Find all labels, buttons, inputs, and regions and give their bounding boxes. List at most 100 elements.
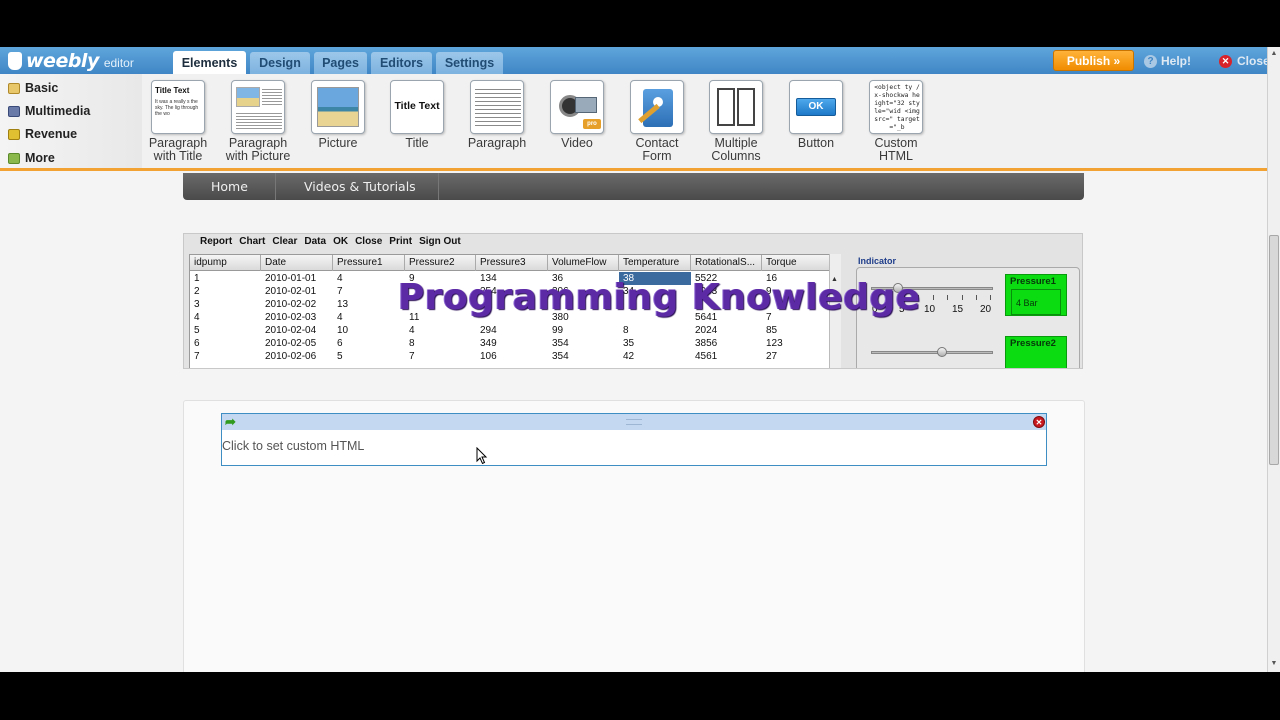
category-list: Basic Multimedia Revenue More bbox=[0, 74, 142, 168]
widget-close-icon[interactable]: ✕ bbox=[1033, 416, 1045, 428]
column-header: Pressure2 bbox=[405, 255, 476, 271]
nav-videos-tutorials[interactable]: Videos & Tutorials bbox=[304, 173, 416, 200]
contact-form-icon bbox=[630, 80, 684, 134]
table-row[interactable]: 6 2010-02-05 6 8 349 354 35 3856 123 bbox=[190, 337, 833, 350]
tab-design[interactable]: Design bbox=[250, 52, 310, 74]
category-basic[interactable]: Basic bbox=[8, 78, 58, 98]
help-label: Help! bbox=[1161, 54, 1191, 68]
tool-title[interactable]: Title Text Title bbox=[382, 80, 452, 150]
close-button[interactable]: ✕ Close bbox=[1219, 52, 1270, 70]
publish-button[interactable]: Publish » bbox=[1053, 50, 1134, 71]
tool-label: Multiple Columns bbox=[711, 136, 761, 163]
table-cell: 2010-02-06 bbox=[265, 351, 317, 362]
column-header: Pressure1 bbox=[333, 255, 405, 271]
tool-label: Video bbox=[561, 136, 593, 150]
weebly-cup-icon bbox=[8, 52, 22, 70]
column-header: Pressure3 bbox=[476, 255, 548, 271]
table-row[interactable]: 5 2010-02-04 10 4 294 99 8 2024 85 bbox=[190, 324, 833, 337]
pressure1-box: Pressure1 4 Bar bbox=[1005, 274, 1067, 316]
drag-handle[interactable] bbox=[626, 419, 642, 425]
coins-icon bbox=[8, 128, 20, 140]
table-cell: 4 bbox=[337, 312, 343, 323]
scroll-down-icon[interactable]: ▼ bbox=[1269, 659, 1279, 669]
watermark-text: Programming Knowledge bbox=[398, 277, 921, 318]
column-header: Temperature bbox=[619, 255, 691, 271]
tab-pages[interactable]: Pages bbox=[314, 52, 367, 74]
table-cell: 13 bbox=[337, 299, 349, 310]
table-row[interactable]: 7 2010-02-06 5 7 106 354 42 4561 27 bbox=[190, 350, 833, 363]
paragraph-with-title-icon: Title Text It was a really s the sky. Th… bbox=[151, 80, 205, 134]
move-arrow-icon[interactable]: ➦ bbox=[225, 415, 236, 429]
tool-button[interactable]: OK Button bbox=[781, 80, 851, 150]
slider-knob-2 bbox=[937, 347, 947, 357]
category-label: Basic bbox=[25, 81, 59, 95]
column-header: idpump bbox=[190, 255, 261, 271]
button-icon: OK bbox=[789, 80, 843, 134]
menu-print: Print bbox=[389, 235, 413, 247]
column-header: VolumeFlow bbox=[548, 255, 619, 271]
paragraph-with-picture-icon bbox=[231, 80, 285, 134]
tool-paragraph[interactable]: Paragraph bbox=[462, 80, 532, 150]
table-cell: 6 bbox=[194, 338, 200, 349]
tab-elements[interactable]: Elements bbox=[173, 51, 246, 75]
app-menubar: Report Chart Clear Data OK Close Print S… bbox=[184, 234, 1082, 248]
table-cell: 5 bbox=[337, 351, 343, 362]
tool-contact-form[interactable]: Contact Form bbox=[622, 80, 692, 163]
tab-settings[interactable]: Settings bbox=[436, 52, 503, 74]
tool-picture[interactable]: Picture bbox=[303, 80, 373, 150]
title-icon: Title Text bbox=[390, 80, 444, 134]
table-cell: 2010-01-01 bbox=[265, 273, 317, 284]
indicator-title: Indicator bbox=[858, 256, 897, 266]
tick-label: 15 bbox=[952, 304, 964, 315]
help-button[interactable]: ? Help! bbox=[1144, 52, 1191, 70]
menu-clear: Clear bbox=[272, 235, 298, 247]
tool-paragraph-with-picture[interactable]: Paragraph with Picture bbox=[223, 80, 293, 163]
table-cell: 35 bbox=[623, 338, 635, 349]
table-cell: 2010-02-02 bbox=[265, 299, 317, 310]
table-cell: 27 bbox=[766, 351, 778, 362]
paragraph-icon bbox=[470, 80, 524, 134]
tab-editors[interactable]: Editors bbox=[371, 52, 432, 74]
column-header: Torque bbox=[762, 255, 833, 271]
thumb-text: It was a really s the sky. The lig throu… bbox=[155, 99, 199, 117]
tool-paragraph-with-title[interactable]: Title Text It was a really s the sky. Th… bbox=[143, 80, 213, 163]
editor-header: weebly editor Elements Design Pages Edit… bbox=[0, 47, 1280, 75]
nav-home[interactable]: Home bbox=[211, 173, 248, 200]
thumb-title: Title Text bbox=[394, 100, 440, 112]
table-cell: 2010-02-05 bbox=[265, 338, 317, 349]
slider-track-2 bbox=[871, 351, 993, 354]
category-label: Revenue bbox=[25, 127, 78, 141]
category-revenue[interactable]: Revenue bbox=[8, 124, 77, 144]
code-icon: <object ty /x-shockwa height="32 style="… bbox=[869, 80, 923, 134]
letterbox-bottom bbox=[0, 672, 1280, 720]
close-label: Close bbox=[1237, 54, 1270, 68]
table-cell: 10 bbox=[337, 325, 349, 336]
widget-toolbar: ➦ ✕ bbox=[222, 414, 1046, 430]
table-cell: 42 bbox=[623, 351, 635, 362]
table-cell: 4 bbox=[194, 312, 200, 323]
table-cell: 349 bbox=[480, 338, 497, 349]
letterbox-top bbox=[0, 0, 1280, 47]
custom-html-widget[interactable]: ➦ ✕ Click to set custom HTML bbox=[221, 413, 1047, 466]
tool-custom-html[interactable]: <object ty /x-shockwa height="32 style="… bbox=[861, 80, 931, 163]
help-icon: ? bbox=[1144, 54, 1157, 68]
table-cell: 106 bbox=[480, 351, 497, 362]
column-header: Date bbox=[261, 255, 333, 271]
scrollbar-thumb[interactable] bbox=[1269, 235, 1279, 465]
page-scrollbar[interactable]: ▲ ▼ bbox=[1267, 47, 1280, 672]
table-cell: 99 bbox=[552, 325, 564, 336]
film-icon bbox=[8, 105, 20, 117]
table-cell: 85 bbox=[766, 325, 778, 336]
tool-video[interactable]: pro Video bbox=[542, 80, 612, 150]
category-more[interactable]: More bbox=[8, 148, 55, 168]
menu-report: Report bbox=[200, 235, 233, 247]
table-cell: 354 bbox=[552, 351, 569, 362]
table-cell: 4 bbox=[337, 273, 343, 284]
scroll-up-icon[interactable]: ▲ bbox=[1269, 49, 1279, 59]
grid-header: idpump Date Pressure1 Pressure2 Pressure… bbox=[190, 255, 833, 271]
tool-multiple-columns[interactable]: Multiple Columns bbox=[701, 80, 771, 163]
custom-html-placeholder[interactable]: Click to set custom HTML bbox=[222, 439, 364, 453]
tool-label: Custom HTML bbox=[874, 136, 918, 163]
tick-label: 20 bbox=[980, 304, 992, 315]
category-multimedia[interactable]: Multimedia bbox=[8, 101, 90, 121]
